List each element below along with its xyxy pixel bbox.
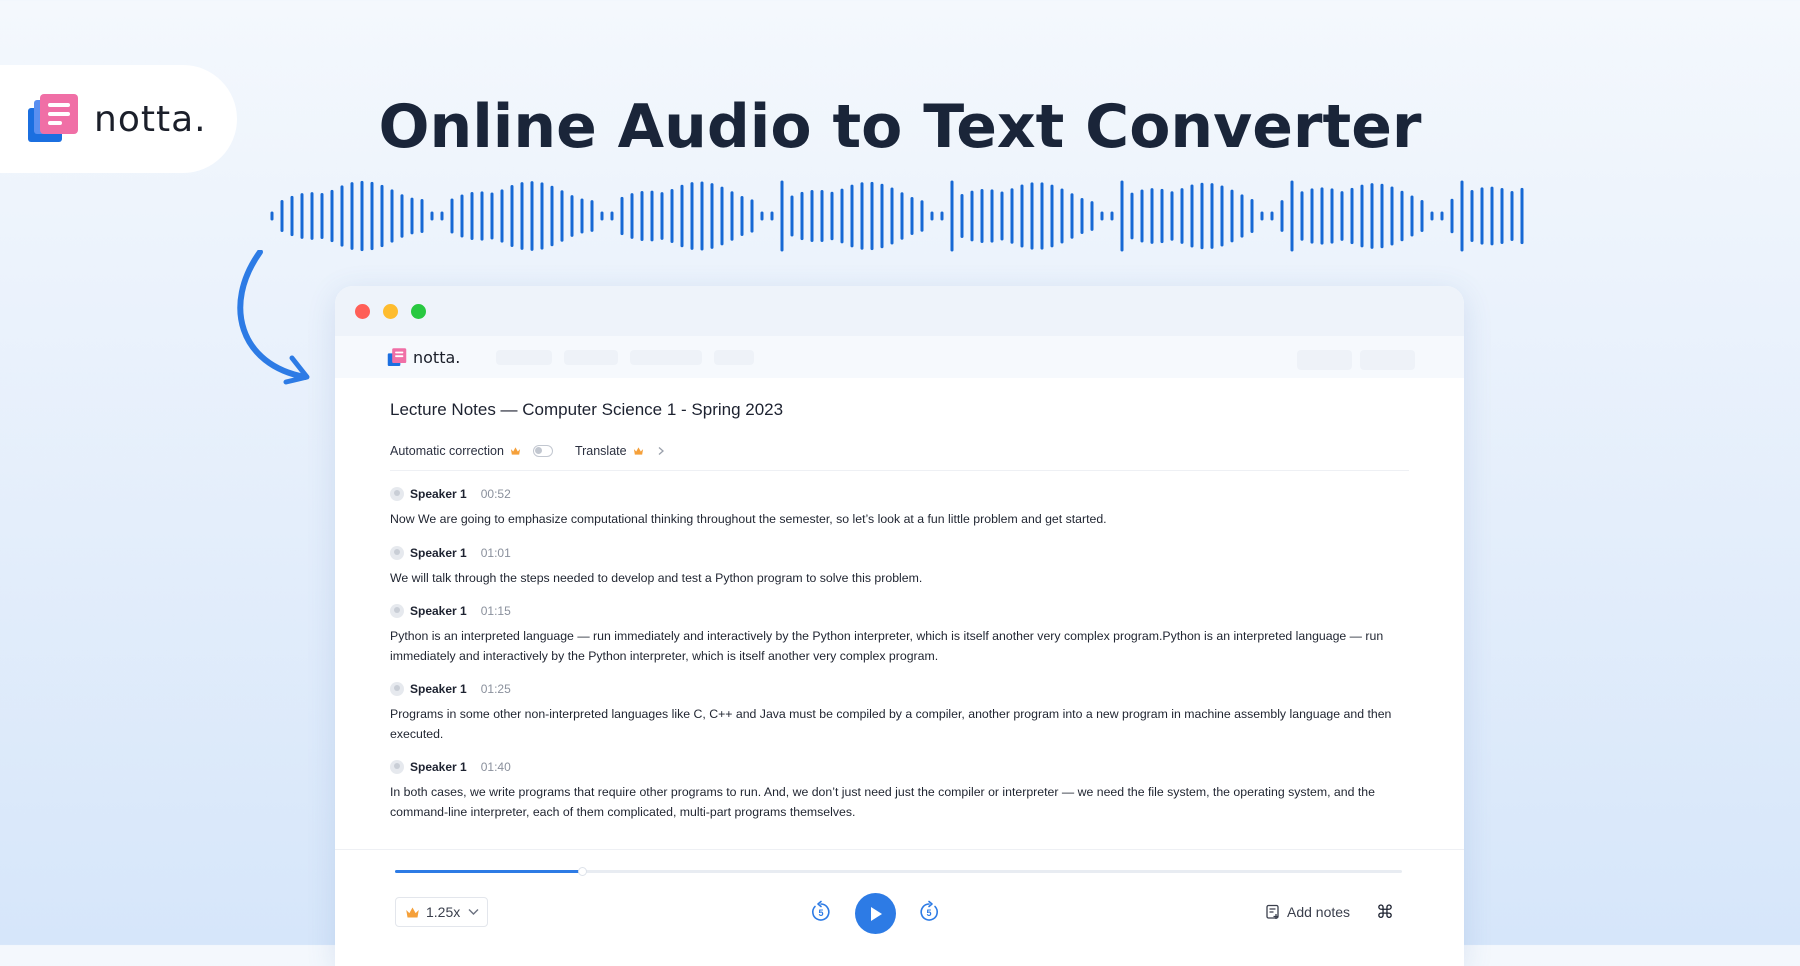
app-wordmark: notta.	[413, 347, 461, 367]
segment-timestamp[interactable]: 01:15	[481, 604, 511, 618]
segment-text[interactable]: Now We are going to emphasize computatio…	[390, 510, 1409, 530]
add-notes-button[interactable]: Add notes	[1265, 904, 1350, 920]
speaker-name[interactable]: Speaker 1	[410, 682, 467, 696]
document-title[interactable]: Lecture Notes — Computer Science 1 - Spr…	[390, 400, 1409, 420]
speaker-avatar-icon	[390, 682, 404, 696]
segment-timestamp[interactable]: 01:01	[481, 546, 511, 560]
crown-icon	[406, 907, 419, 917]
transcript-segment[interactable]: Speaker 1 01:25 Programs in some other no…	[390, 680, 1409, 744]
speaker-name[interactable]: Speaker 1	[410, 487, 467, 501]
segment-text[interactable]: We will talk through the steps needed to…	[390, 569, 1409, 589]
toolbar-divider	[390, 470, 1409, 471]
window-titlebar	[335, 286, 1464, 336]
auto-correction-toggle[interactable]	[532, 445, 553, 457]
progress-fill	[395, 870, 583, 873]
nav-action-placeholder[interactable]	[1360, 350, 1415, 370]
speaker-name[interactable]: Speaker 1	[410, 546, 467, 560]
segment-timestamp[interactable]: 01:40	[481, 760, 511, 774]
add-notes-label: Add notes	[1287, 904, 1351, 920]
nav-action-placeholder[interactable]	[1297, 350, 1352, 370]
transcript-segments: Speaker 1 00:52 Now We are going to empha…	[390, 485, 1409, 822]
nav-item-placeholder[interactable]	[496, 349, 553, 365]
chevron-down-icon	[468, 909, 479, 915]
window-minimize-button[interactable]	[383, 303, 398, 319]
skip-forward-seconds: 5	[926, 908, 931, 918]
page-headline: Online Audio to Text Converter	[378, 92, 1422, 162]
playback-speed-select[interactable]: 1.25x	[395, 897, 488, 927]
forward-5-icon[interactable]: 5	[917, 900, 941, 924]
segment-text[interactable]: Python is an interpreted language — run …	[390, 627, 1409, 666]
segment-timestamp[interactable]: 01:25	[481, 682, 511, 696]
add-notes-icon	[1266, 904, 1279, 919]
transcript-segment[interactable]: Speaker 1 01:01 We will talk through the …	[390, 544, 1409, 589]
app-window: notta. Lecture Notes — Computer Science …	[335, 286, 1464, 966]
app-navbar: notta.	[335, 336, 1464, 378]
auto-correction-label: Automatic correction	[390, 444, 504, 458]
translate-label[interactable]: Translate	[575, 444, 627, 458]
audio-waveform	[270, 180, 1524, 252]
crown-icon	[633, 447, 643, 455]
play-icon	[870, 906, 882, 921]
command-icon[interactable]: ⌘	[1376, 902, 1394, 923]
skip-back-seconds: 5	[818, 908, 823, 918]
progress-handle[interactable]	[578, 867, 588, 876]
nav-item-placeholder[interactable]	[564, 349, 619, 365]
transcript-segment[interactable]: Speaker 1 01:40 In both cases, we write p…	[390, 758, 1409, 822]
transcript-segment[interactable]: Speaker 1 00:52 Now We are going to empha…	[390, 485, 1409, 530]
crown-icon	[510, 447, 521, 455]
rewind-5-icon[interactable]: 5	[809, 900, 833, 924]
window-maximize-button[interactable]	[411, 303, 426, 319]
audio-player: 1.25x 5 5 Add notes ⌘	[335, 849, 1464, 966]
segment-text[interactable]: In both cases, we write programs that re…	[390, 783, 1409, 822]
notta-mini-logo-icon	[387, 347, 407, 366]
curved-arrow-icon	[237, 250, 310, 385]
transcript-segment[interactable]: Speaker 1 01:15 Python is an interpreted …	[390, 602, 1409, 666]
speaker-avatar-icon	[390, 604, 404, 618]
speaker-avatar-icon	[390, 545, 404, 560]
speaker-avatar-icon	[390, 760, 404, 774]
speaker-name[interactable]: Speaker 1	[410, 760, 467, 774]
play-button[interactable]	[855, 893, 896, 934]
playback-speed-value: 1.25x	[426, 904, 461, 920]
segment-text[interactable]: Programs in some other non-interpreted l…	[390, 705, 1409, 744]
transcript-panel: Lecture Notes — Computer Science 1 - Spr…	[335, 400, 1464, 822]
chevron-right-icon[interactable]	[656, 446, 666, 456]
transcript-toolbar: Automatic correction Translate	[390, 440, 1409, 462]
nav-item-placeholder[interactable]	[630, 349, 703, 365]
speaker-avatar-icon	[390, 487, 404, 501]
progress-track[interactable]	[395, 867, 1402, 876]
nav-item-placeholder[interactable]	[714, 349, 755, 365]
window-close-button[interactable]	[355, 303, 370, 319]
speaker-name[interactable]: Speaker 1	[410, 604, 467, 618]
segment-timestamp[interactable]: 00:52	[481, 487, 511, 501]
